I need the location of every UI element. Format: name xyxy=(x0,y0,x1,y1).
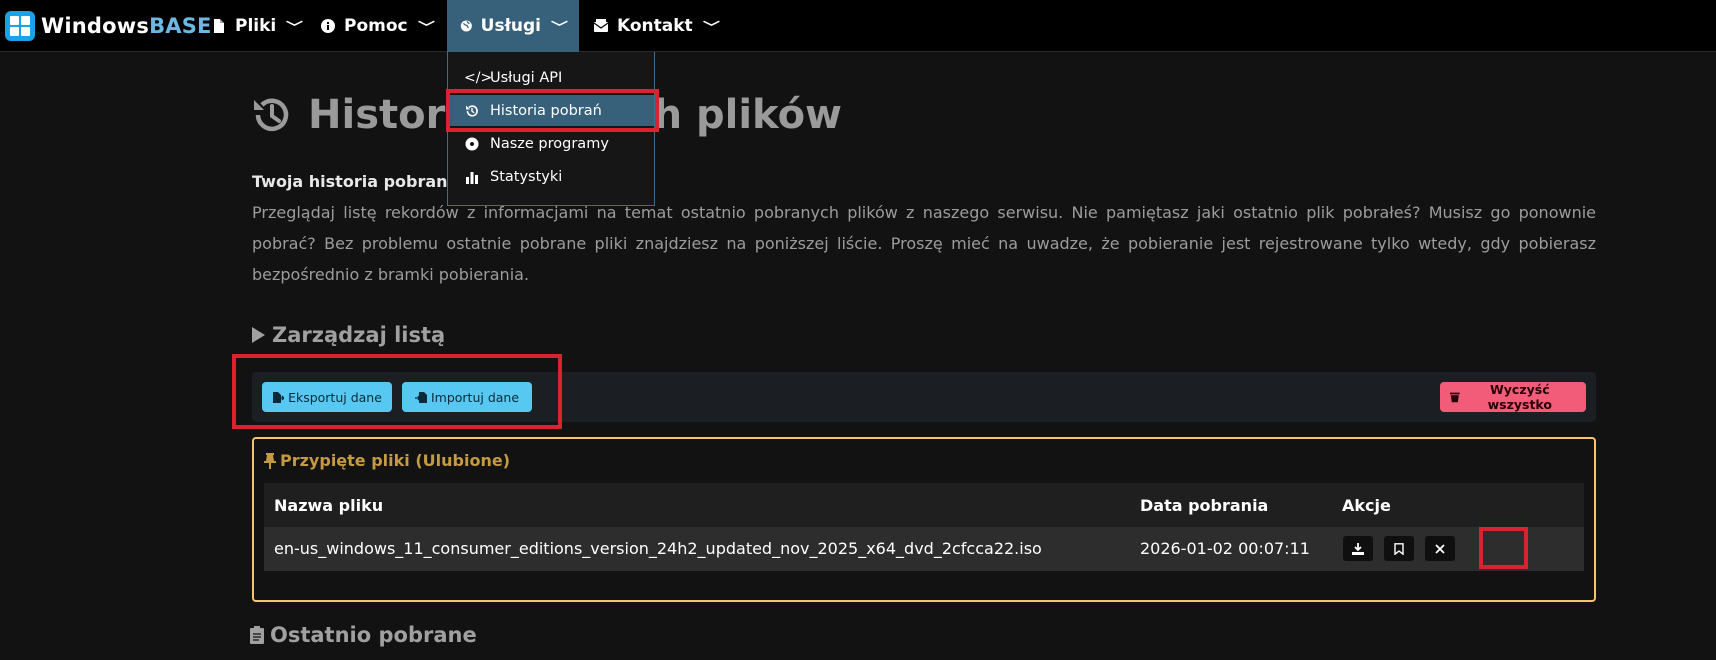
clipboard-icon xyxy=(250,626,264,644)
table-header: Nazwa pliku Data pobrania Akcje xyxy=(264,483,1584,527)
pinned-files-title: Przypięte pliki (Ulubione) xyxy=(264,451,510,470)
info-icon xyxy=(321,19,335,33)
nav-label: Kontakt xyxy=(617,16,693,36)
code-icon: </> xyxy=(464,69,493,86)
manage-title-text: Zarządzaj listą xyxy=(272,323,446,347)
nav-label: Usługi xyxy=(480,16,541,36)
bar-chart-icon xyxy=(466,171,478,184)
file-name: en-us_windows_11_consumer_editions_versi… xyxy=(274,539,1042,558)
intro-text: Przeglądaj listę rekordów z informacjami… xyxy=(252,203,1596,284)
close-icon xyxy=(1435,543,1445,554)
nav-item-uslugi[interactable]: Usługi ﹀ xyxy=(447,0,579,52)
export-label: Eksportuj dane xyxy=(288,389,382,405)
nav-label: Pliki xyxy=(235,16,277,36)
dropdown-label: Statystyki xyxy=(490,168,563,185)
dropdown-label: Historia pobrań xyxy=(490,102,602,119)
history-icon xyxy=(466,104,478,117)
envelope-icon xyxy=(593,19,609,32)
dropdown-label: Nasze programy xyxy=(490,135,609,152)
import-data-button[interactable]: Importuj dane xyxy=(402,382,532,412)
thumbtack-icon xyxy=(264,452,276,469)
uslugi-dropdown-menu: </> Usługi API Historia pobrań Nasze pro… xyxy=(447,52,655,206)
file-import-icon xyxy=(414,391,427,403)
brand-name: WindowsBASE xyxy=(41,14,212,38)
chevron-down-icon: ﹀ xyxy=(286,20,304,36)
unpin-bookmark-button[interactable] xyxy=(1384,536,1414,561)
dropdown-item-uslugi-api[interactable]: </> Usługi API xyxy=(448,62,654,93)
table-row: en-us_windows_11_consumer_editions_versi… xyxy=(264,527,1584,571)
clear-all-button[interactable]: Wyczyść wszystko xyxy=(1440,382,1586,412)
chevron-down-icon: ﹀ xyxy=(417,20,435,36)
download-date: 2026-01-02 00:07:11 xyxy=(1140,539,1310,558)
nav-label: Pomoc xyxy=(344,16,408,36)
dropdown-item-statystyki[interactable]: Statystyki xyxy=(448,161,654,192)
navbar: WindowsBASE Pliki ﹀ Pomoc ﹀ Usługi ﹀ Kon… xyxy=(0,0,1716,52)
brand-logo-link[interactable]: WindowsBASE xyxy=(5,9,212,43)
column-header-name: Nazwa pliku xyxy=(274,496,384,515)
remove-button[interactable] xyxy=(1425,536,1455,561)
import-label: Importuj dane xyxy=(430,389,520,405)
export-data-button[interactable]: Eksportuj dane xyxy=(262,382,392,412)
recent-title-text: Ostatnio pobrane xyxy=(270,623,477,647)
nav-item-pliki[interactable]: Pliki ﹀ xyxy=(198,0,314,52)
nav-item-pomoc[interactable]: Pomoc ﹀ xyxy=(307,0,446,52)
column-header-actions: Akcje xyxy=(1342,496,1391,515)
file-export-icon xyxy=(273,391,285,403)
globe-icon xyxy=(460,20,472,32)
dropdown-label: Usługi API xyxy=(490,69,563,86)
download-button[interactable] xyxy=(1343,536,1373,561)
manage-section-title[interactable]: Zarządzaj listą xyxy=(250,323,445,347)
pinned-files-card: Przypięte pliki (Ulubione) Nazwa pliku D… xyxy=(252,437,1596,602)
column-header-date: Data pobrania xyxy=(1140,496,1269,515)
dropdown-item-historia-pobran[interactable]: Historia pobrań xyxy=(448,95,654,126)
caret-right-icon xyxy=(252,327,265,343)
bookmark-icon xyxy=(1394,542,1404,555)
recent-section-title: Ostatnio pobrane xyxy=(250,623,477,647)
pinned-title-text: Przypięte pliki (Ulubione) xyxy=(280,451,510,470)
nav-item-kontakt[interactable]: Kontakt ﹀ xyxy=(580,0,731,52)
download-icon xyxy=(1352,542,1364,555)
file-icon xyxy=(214,19,224,33)
windows-logo-icon xyxy=(5,11,35,41)
clear-label: Wyczyść wszystko xyxy=(1487,382,1553,412)
disc-icon xyxy=(465,137,479,150)
chevron-down-icon: ﹀ xyxy=(702,20,720,36)
page-title-end: h plików xyxy=(653,92,842,138)
history-icon xyxy=(254,98,289,132)
trash-icon xyxy=(1450,392,1460,403)
intro-heading: Twoja historia pobranyc xyxy=(252,172,468,191)
chevron-down-icon: ﹀ xyxy=(551,20,568,36)
manage-toolbar: Eksportuj dane Importuj dane Wyczyść wsz… xyxy=(252,372,1596,422)
dropdown-item-nasze-programy[interactable]: Nasze programy xyxy=(448,128,654,159)
